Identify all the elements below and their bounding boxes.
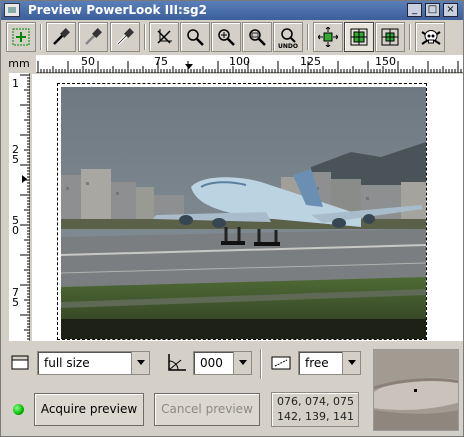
fit-window-tool[interactable] xyxy=(375,22,405,52)
magnifier-loupe xyxy=(373,349,459,431)
full-preview-tool[interactable] xyxy=(313,22,343,52)
preview-size-icon xyxy=(11,355,29,370)
horizontal-ruler: 50 75 100 125 150 xyxy=(36,55,463,73)
vertical-ruler: 1 2 5 5 0 7 5 xyxy=(9,73,30,341)
eyedropper-white-icon xyxy=(116,28,134,46)
svg-text:UNDO: UNDO xyxy=(278,43,298,49)
zoom-in-tool[interactable] xyxy=(211,22,241,52)
ruler-label-50: 50 xyxy=(81,55,95,68)
minimize-button[interactable]: _ xyxy=(407,3,422,17)
cancel-preview-button[interactable]: Cancel preview xyxy=(154,393,260,426)
zoom-tool[interactable] xyxy=(180,22,210,52)
crosshair-square-icon xyxy=(350,28,368,46)
skull-crossbones-icon xyxy=(421,30,441,45)
ruler-vlabel-1: 1 xyxy=(12,77,19,90)
chevron-down-icon[interactable] xyxy=(131,352,149,374)
status-led-icon xyxy=(13,404,24,415)
ruler-label-150: 150 xyxy=(375,55,396,68)
preview-size-value: full size xyxy=(44,356,90,370)
magnifier-plus-icon xyxy=(218,29,235,46)
preview-size-select[interactable]: full size xyxy=(37,351,150,375)
no-crop-icon xyxy=(157,29,172,44)
zoom-fit-tool[interactable] xyxy=(242,22,272,52)
ruler-marker-icon xyxy=(185,64,193,69)
gray-point-tool[interactable] xyxy=(78,22,108,52)
pixel-values-line1: 076, 074, 075 xyxy=(277,395,354,408)
loupe-cursor-icon xyxy=(414,389,417,392)
rotation-select[interactable]: 000 xyxy=(193,351,252,375)
ruler-label-125: 125 xyxy=(300,55,321,68)
chevron-down-icon[interactable] xyxy=(233,352,251,374)
aspect-value: free xyxy=(305,356,329,370)
preview-window: Preview PowerLook III:sg2 _ □ × UNDO mm … xyxy=(0,0,464,437)
ruler-marker-icon xyxy=(22,175,27,183)
toolbar: UNDO xyxy=(1,20,463,54)
ruler-vlabel-50: 5 0 xyxy=(12,214,19,237)
ruler-vlabel-25: 2 5 xyxy=(12,143,19,166)
magnifier-frame-icon xyxy=(249,29,266,46)
aspect-ratio-icon xyxy=(271,356,291,370)
magnifier-undo-icon: UNDO xyxy=(278,28,298,49)
ruler-unit: mm xyxy=(3,55,35,73)
ruler-label-100: 100 xyxy=(229,55,250,68)
compress-arrows-icon xyxy=(381,28,399,46)
pixel-values-line2: 142, 139, 141 xyxy=(277,410,354,423)
rotation-angle-icon xyxy=(168,354,186,371)
black-point-tool[interactable] xyxy=(46,22,76,52)
maximize-button[interactable]: □ xyxy=(425,3,440,17)
center-tool[interactable] xyxy=(344,22,374,52)
acquire-preview-button[interactable]: Acquire preview xyxy=(34,393,144,426)
delete-preview-tool[interactable] xyxy=(415,22,445,52)
select-area-tool[interactable] xyxy=(6,22,36,52)
magnifier-icon xyxy=(187,29,204,46)
white-point-tool[interactable] xyxy=(110,22,140,52)
auto-crop-tool[interactable] xyxy=(149,22,179,52)
close-button[interactable]: × xyxy=(443,3,458,17)
title-bar[interactable]: Preview PowerLook III:sg2 _ □ × xyxy=(1,1,463,20)
chevron-down-icon[interactable] xyxy=(342,352,360,374)
plus-frame-icon xyxy=(12,28,30,46)
eyedropper-gray-icon xyxy=(85,28,102,45)
pixel-values: 076, 074, 075 142, 139, 141 xyxy=(271,392,359,427)
zoom-undo-tool[interactable]: UNDO xyxy=(273,22,303,52)
ruler-label-75: 75 xyxy=(154,55,168,68)
window-menu-icon[interactable] xyxy=(4,3,20,17)
preview-image[interactable] xyxy=(61,87,426,339)
expand-arrows-icon xyxy=(318,27,338,47)
aspect-select[interactable]: free xyxy=(298,351,361,375)
ruler-vlabel-75: 7 5 xyxy=(12,286,19,309)
eyedropper-black-icon xyxy=(53,28,70,45)
rotation-value: 000 xyxy=(200,356,223,370)
window-title: Preview PowerLook III:sg2 xyxy=(28,3,207,17)
